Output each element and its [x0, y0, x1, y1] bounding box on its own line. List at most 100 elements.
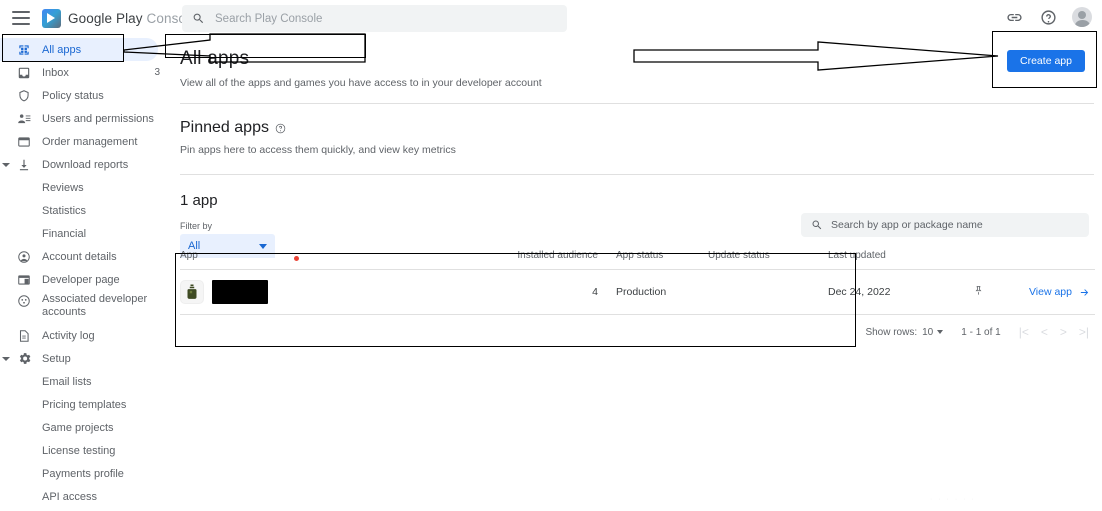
app-search-placeholder: Search by app or package name: [831, 219, 983, 231]
google-play-logo-icon: [42, 8, 61, 28]
sidebar-item-download-reports[interactable]: Download reports: [0, 153, 172, 176]
sidebar-item-financial[interactable]: Financial: [0, 222, 172, 245]
pagination-arrows: |< < > >|: [1019, 326, 1089, 338]
show-rows-select[interactable]: 10: [922, 326, 944, 338]
sidebar-item-order-management[interactable]: Order management: [0, 130, 172, 153]
chevron-down-icon[interactable]: [2, 162, 10, 167]
sidebar-item-label: Policy status: [42, 89, 104, 102]
app-package: [redacted]: [216, 293, 252, 302]
sidebar-item-payments-profile[interactable]: Payments profile: [0, 462, 172, 485]
shield-icon: [14, 89, 34, 103]
column-header-installed-audience[interactable]: Installed audience: [440, 250, 598, 270]
sidebar-item-label: Pricing templates: [42, 398, 127, 411]
view-app-link[interactable]: View app: [1029, 286, 1091, 298]
create-app-button[interactable]: Create app: [1007, 50, 1085, 72]
cell-pin[interactable]: [948, 269, 1008, 315]
divider: [180, 174, 1094, 175]
app-thumbnail-icon: [180, 280, 204, 304]
pinned-apps-heading: Pinned apps: [180, 119, 1102, 137]
table-pagination: Show rows: 10 1 - 1 of 1 |< < > >|: [180, 315, 1095, 338]
top-bar-icons: [1004, 7, 1092, 27]
link-icon[interactable]: [1004, 7, 1024, 27]
account-avatar[interactable]: [1072, 7, 1092, 27]
account-circle-icon: [14, 250, 34, 264]
app-identity: [redacted] [redacted]: [180, 280, 440, 304]
inbox-icon: [14, 66, 34, 80]
sidebar-item-label: Developer page: [42, 273, 120, 286]
show-rows-label: Show rows:: [865, 326, 918, 338]
left-navigation-sidebar: All apps Inbox 3 Policy status Users and…: [0, 36, 172, 511]
sidebar-item-reviews[interactable]: Reviews: [0, 176, 172, 199]
sidebar-item-label: Payments profile: [42, 467, 124, 480]
global-search-input[interactable]: Search Play Console: [182, 5, 567, 32]
column-header-last-updated[interactable]: Last updated: [828, 250, 948, 270]
sidebar-item-users-and-permissions[interactable]: Users and permissions: [0, 107, 172, 130]
chevron-down-icon: [937, 330, 944, 334]
apps-table-head: App Installed audience App status Update…: [180, 250, 1095, 270]
help-circle-icon[interactable]: [1038, 7, 1058, 27]
brand-logo-group[interactable]: Google Play Console: [42, 8, 197, 28]
app-search-input[interactable]: Search by app or package name: [801, 213, 1089, 237]
sidebar-item-label: Order management: [42, 135, 138, 148]
show-rows-value: 10: [922, 326, 934, 338]
cell-actions: View app: [1008, 269, 1095, 315]
sidebar-item-label: Download reports: [42, 158, 129, 171]
prev-page-icon[interactable]: <: [1041, 326, 1048, 338]
first-page-icon[interactable]: |<: [1019, 326, 1029, 338]
next-page-icon[interactable]: >: [1060, 326, 1067, 338]
sidebar-item-label: Setup: [42, 352, 71, 365]
sidebar-item-inbox[interactable]: Inbox 3: [0, 61, 172, 84]
sidebar-item-game-projects[interactable]: Game projects: [0, 416, 172, 439]
pinned-apps-subtitle: Pin apps here to access them quickly, an…: [180, 144, 456, 156]
grid-apps-icon: [14, 43, 34, 57]
sidebar-item-developer-page[interactable]: Developer page: [0, 268, 172, 291]
cell-app: [redacted] [redacted]: [180, 269, 440, 315]
hamburger-menu-icon[interactable]: [12, 11, 30, 25]
sidebar-item-label: Financial: [42, 227, 87, 240]
chevron-down-icon: [259, 243, 267, 249]
sidebar-item-account-details[interactable]: Account details: [0, 245, 172, 268]
sidebar-item-email-lists[interactable]: Email lists: [0, 370, 172, 393]
pin-icon[interactable]: [973, 284, 984, 297]
table-row[interactable]: [redacted] [redacted] 4 Production Dec 2…: [180, 269, 1095, 315]
brand-title: Google Play Console: [68, 11, 197, 26]
sidebar-item-statistics[interactable]: Statistics: [0, 199, 172, 222]
download-icon: [14, 158, 34, 172]
main-content: All apps View all of the apps and games …: [172, 36, 1102, 511]
sidebar-item-label: Reviews: [42, 181, 84, 194]
column-header-pin: [948, 250, 1008, 270]
top-app-bar: Google Play Console Search Play Console: [0, 0, 1102, 36]
show-rows-group: Show rows: 10: [865, 326, 944, 338]
sidebar-item-associated-developer-accounts[interactable]: Associated developer accounts: [0, 291, 172, 324]
column-header-update-status[interactable]: Update status: [708, 250, 828, 270]
sidebar-item-pricing-templates[interactable]: Pricing templates: [0, 393, 172, 416]
footer-faint-text: · · · · · ·: [930, 496, 976, 503]
inbox-badge-count: 3: [154, 67, 160, 78]
sidebar-item-license-testing[interactable]: License testing: [0, 439, 172, 462]
column-header-app[interactable]: App: [180, 250, 440, 270]
cell-last-updated: Dec 24, 2022: [828, 269, 948, 315]
app-count-title: 1 app: [180, 192, 218, 209]
sidebar-item-label: Account details: [42, 250, 117, 263]
play-console-page: Google Play Console Search Play Console …: [0, 0, 1102, 511]
sidebar-item-label: Users and permissions: [42, 112, 154, 125]
sidebar-item-policy-status[interactable]: Policy status: [0, 84, 172, 107]
chevron-down-icon[interactable]: [2, 356, 10, 361]
sidebar-item-api-access[interactable]: API access: [0, 485, 172, 508]
sidebar-item-activity-log[interactable]: Activity log: [0, 324, 172, 347]
last-page-icon[interactable]: >|: [1079, 326, 1089, 338]
cell-installed-audience: 4: [440, 269, 598, 315]
help-circle-icon[interactable]: [275, 123, 286, 134]
apps-table: App Installed audience App status Update…: [180, 250, 1095, 315]
sidebar-item-setup[interactable]: Setup: [0, 347, 172, 370]
developer-page-icon: [14, 273, 34, 287]
sidebar-item-all-apps[interactable]: All apps: [0, 38, 158, 61]
document-icon: [14, 329, 34, 343]
column-header-actions: [1008, 250, 1095, 270]
column-header-app-status[interactable]: App status: [598, 250, 708, 270]
sidebar-item-label: All apps: [42, 43, 82, 56]
pagination-range: 1 - 1 of 1: [961, 326, 1001, 338]
sidebar-item-label: Activity log: [42, 329, 95, 342]
create-app-label: Create app: [1020, 55, 1072, 67]
gear-icon: [14, 351, 34, 366]
